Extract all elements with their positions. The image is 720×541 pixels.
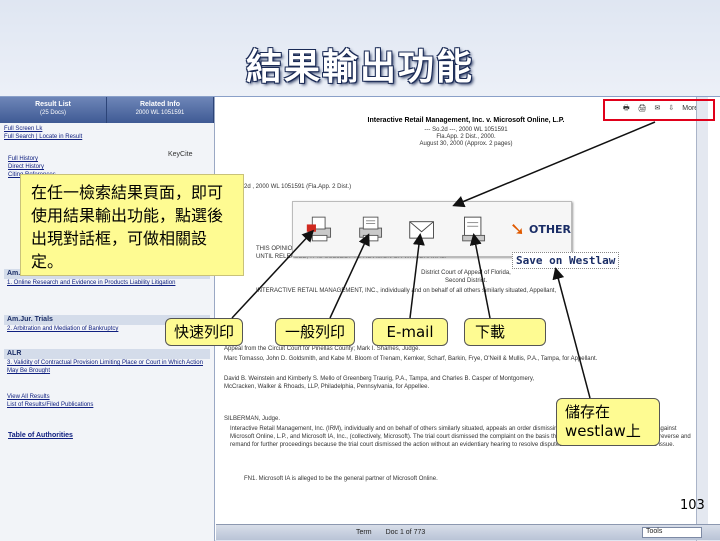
arrow-icon: ➘ — [509, 218, 525, 240]
locate-link[interactable]: Full Search | Locate in Result — [4, 133, 210, 141]
section-link[interactable]: 3. Validity of Contractual Provision Lim… — [4, 359, 210, 375]
tab-related-info[interactable]: Related Info 2000 WL 1051591 — [107, 97, 214, 123]
document-meta: --- So.2d ---, 2000 WL 1051591 Fla.App. … — [419, 127, 513, 147]
doc-nav[interactable]: Doc 1 of 773 — [386, 529, 426, 536]
download-icon[interactable] — [459, 212, 488, 246]
print-icon[interactable] — [356, 212, 385, 246]
save-on-westlaw-option[interactable]: Save on Westlaw — [512, 252, 620, 269]
callout-download: 下載 — [464, 318, 546, 346]
term-nav[interactable]: Term — [356, 529, 372, 536]
appeal-line: Appeal from the Circuit Court for Pinell… — [224, 346, 421, 352]
more-links: View All Results List of Results/Filed P… — [4, 393, 210, 409]
left-links: Full Screen Lk Full Search | Locate in R… — [0, 123, 214, 143]
bottom-nav-bar: Term Doc 1 of 773 Tools — [216, 524, 720, 540]
callout-fast-print: 快速列印 — [165, 318, 243, 346]
tab-result-list[interactable]: Result List (25 Docs) — [0, 97, 107, 123]
tools-select[interactable]: Tools — [642, 527, 702, 538]
court-name: District Court of Appeal of Florida, Sec… — [421, 270, 511, 284]
counsel-appellee: David B. Weinstein and Kimberly S. Mello… — [224, 376, 535, 390]
document-cite: 2d , 2000 WL 1051591 (Fla.App. 2 Dist.) — [244, 184, 352, 190]
list-of-results-link[interactable]: List of Results/Filed Publications — [4, 401, 210, 409]
document-title: Interactive Retail Management, Inc. v. M… — [367, 117, 565, 124]
page-number: 103 — [680, 498, 705, 513]
full-screen-link[interactable]: Full Screen Lk — [4, 125, 210, 133]
toolbar-highlight — [603, 99, 715, 121]
section-link[interactable]: 1. Online Research and Evidence in Produ… — [4, 279, 210, 287]
email-icon[interactable] — [407, 212, 436, 246]
westlaw-screenshot: Result List (25 Docs) Related Info 2000 … — [0, 96, 720, 541]
other-delivery-option[interactable]: ➘ OTHER — [510, 219, 571, 240]
parties: INTERACTIVE RETAIL MANAGEMENT, INC., ind… — [256, 288, 557, 294]
table-of-authorities-link[interactable]: Table of Authorities — [8, 432, 73, 439]
vertical-scrollbar[interactable] — [696, 97, 708, 541]
full-history-link[interactable]: Full History — [8, 155, 56, 163]
delivery-icon-strip: ➘ OTHER — [292, 201, 572, 257]
callout-save-westlaw: 儲存在 westlaw上 — [556, 398, 660, 446]
fast-print-icon[interactable] — [305, 212, 334, 246]
view-all-results-link[interactable]: View All Results — [4, 393, 210, 401]
slide-title: 結果輸出功能 — [245, 47, 474, 88]
keycite-logo: KeyCite — [168, 151, 193, 158]
section-alr: ALR 3. Validity of Contractual Provision… — [4, 349, 210, 375]
counsel-appellant: Marc Tomasso, John D. Goldsmith, and Kab… — [224, 356, 598, 362]
left-tabs: Result List (25 Docs) Related Info 2000 … — [0, 97, 214, 123]
callout-normal-print: 一般列印 — [275, 318, 355, 346]
direct-history-link[interactable]: Direct History — [8, 163, 56, 171]
explanation-note: 在任一檢索結果頁面，即可使用結果輸出功能，點選後出現對話框，可做相關設定。 — [20, 174, 244, 276]
footnote: FN1. Microsoft IA is alleged to be the g… — [244, 476, 438, 482]
callout-email: E-mail — [372, 318, 448, 346]
